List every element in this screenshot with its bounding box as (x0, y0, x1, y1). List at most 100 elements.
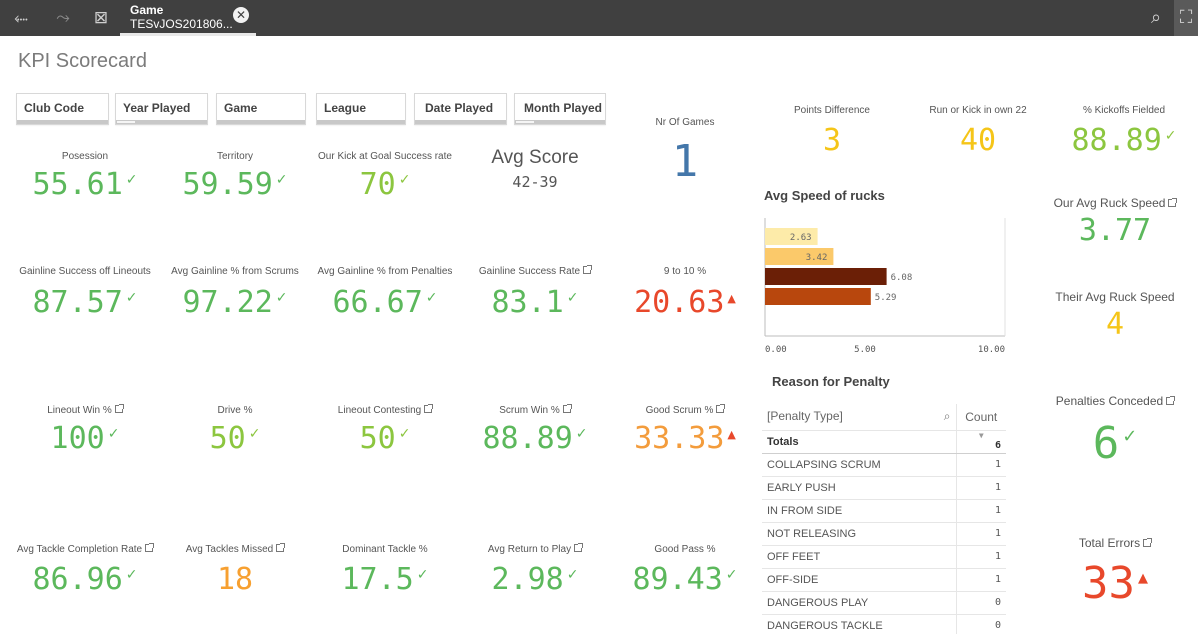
kpi-label-text: Avg Tackles Missed (185, 544, 274, 555)
check-icon: ✓ (566, 567, 579, 583)
check-icon: ✓ (1164, 128, 1177, 144)
filter-label: Month Played (524, 101, 603, 115)
count-cell: 0 (955, 591, 1006, 615)
chart-bar[interactable] (765, 288, 871, 305)
kpi-label: Good Scrum % (610, 404, 760, 418)
x-tick-label: 0.00 (765, 345, 787, 355)
kpi-good-scrum[interactable]: Good Scrum % 33.33 ▲ (610, 404, 760, 454)
kpi-value: 88.89 ✓ (460, 424, 610, 454)
kpi-gainline-penalties[interactable]: Avg Gainline % from Penalties 66.67 ✓ (310, 265, 460, 318)
kpi-value: 86.96 ✓ (10, 565, 160, 595)
kpi-our-ruck-speed[interactable]: Our Avg Ruck Speed 3.77 (1032, 194, 1198, 246)
kpi-dominant-tackle[interactable]: Dominant Tackle % 17.5 ✓ (310, 543, 460, 595)
kpi-number: 17.5 (341, 562, 414, 597)
kpi-label: Our Avg Ruck Speed (1032, 194, 1198, 212)
table-row[interactable]: COLLAPSING SCRUM 1 (762, 453, 1006, 477)
kpi-avg-score[interactable]: Avg Score 42-39 (460, 146, 610, 191)
back-icon[interactable]: ⬸ (8, 5, 34, 31)
kpi-value: 100 ✓ (10, 424, 160, 454)
penalty-type-cell[interactable]: OFF-SIDE (762, 568, 956, 592)
kpi-total-errors[interactable]: Total Errors 33 ▲ (1032, 534, 1198, 606)
kpi-scrum-win[interactable]: Scrum Win % 88.89 ✓ (460, 404, 610, 454)
smart-search-icon[interactable]: ⛶ (1174, 0, 1198, 36)
kpi-gainline-success-rate[interactable]: Gainline Success Rate 83.1 ✓ (460, 265, 610, 318)
sheet-tab[interactable]: Game TESvJOS201806... ✕ (120, 0, 256, 36)
x-tick-label: 10.00 (978, 345, 1005, 355)
table-row[interactable]: OFF FEET 1 (762, 545, 1006, 569)
totals-cell: ▼ 6 (955, 430, 1006, 454)
kpi-penalties-conceded[interactable]: Penalties Conceded 6 ✓ (1032, 392, 1198, 466)
kpi-good-pass[interactable]: Good Pass % 89.43 ✓ (610, 543, 760, 595)
close-icon[interactable]: ✕ (233, 7, 249, 23)
kpi-tackles-missed[interactable]: Avg Tackles Missed 18 (160, 543, 310, 595)
kpi-number: 55.61 (32, 167, 123, 202)
kpi-value: 88.89 ✓ (1050, 126, 1198, 156)
penalty-type-cell[interactable]: COLLAPSING SCRUM (762, 453, 956, 477)
kpi-posession[interactable]: Posession 55.61 ✓ (10, 150, 160, 200)
kpi-number: 59.59 (182, 167, 273, 202)
kpi-gainline-scrums[interactable]: Avg Gainline % from Scrums 97.22 ✓ (160, 265, 310, 318)
kpi-label: Nr Of Games (655, 117, 715, 128)
kpi-number: 100 (50, 421, 105, 456)
kpi-number: 97.22 (182, 285, 273, 320)
forward-icon[interactable]: ⤳ (50, 5, 76, 31)
clear-selections-icon[interactable]: ⊠ (88, 5, 114, 31)
table-row[interactable]: NOT RELEASING 1 (762, 522, 1006, 546)
penalty-type-cell[interactable]: NOT RELEASING (762, 522, 956, 546)
penalty-table[interactable]: [Penalty Type] ⌕ Count Totals ▼ 6 COLLAPSI… (762, 404, 1006, 634)
kpi-lineout-contesting[interactable]: Lineout Contesting 50 ✓ (310, 404, 460, 454)
kpi-value: 87.57 ✓ (10, 288, 160, 318)
kpi-label: Points Difference (794, 105, 870, 116)
chart-bar[interactable] (765, 268, 887, 285)
kpi-number: 83.1 (491, 285, 564, 320)
kpi-value: 1 (671, 136, 699, 187)
filter-league[interactable]: League (316, 93, 406, 125)
kpi-value: 3.77 (1078, 213, 1152, 248)
table-row[interactable]: DANGEROUS TACKLE 0 (762, 614, 1006, 634)
kpi-kick-at-goal[interactable]: Our Kick at Goal Success rate 70 ✓ (310, 150, 460, 200)
penalty-type-cell[interactable]: IN FROM SIDE (762, 499, 956, 523)
kpi-gainline-lineouts[interactable]: Gainline Success off Lineouts 87.57 ✓ (10, 265, 160, 318)
penalty-type-cell[interactable]: DANGEROUS TACKLE (762, 614, 956, 634)
kpi-tackle-completion[interactable]: Avg Tackle Completion Rate 86.96 ✓ (10, 543, 160, 595)
kpi-their-ruck-speed[interactable]: Their Avg Ruck Speed 4 (1032, 288, 1198, 340)
kpi-number: 33.33 (634, 421, 725, 456)
filter-date-played[interactable]: Date Played (414, 93, 507, 125)
filter-month-played[interactable]: Month Played (514, 93, 606, 125)
filter-year-played[interactable]: Year Played (115, 93, 208, 125)
kpi-nr-of-games[interactable]: Nr Of Games 1 (610, 116, 760, 184)
page-title: KPI Scorecard (18, 50, 147, 72)
kpi-9-to-10[interactable]: 9 to 10 % 20.63 ▲ (610, 265, 760, 318)
kpi-points-difference[interactable]: Points Difference 3 (762, 104, 902, 156)
penalty-type-cell[interactable]: DANGEROUS PLAY (762, 591, 956, 615)
kpi-number: 2.98 (491, 562, 564, 597)
penalty-type-cell[interactable]: EARLY PUSH (762, 476, 956, 500)
table-row[interactable]: EARLY PUSH 1 (762, 476, 1006, 500)
search-icon[interactable]: ⌕ (1138, 0, 1174, 36)
kpi-run-or-kick[interactable]: Run or Kick in own 22 40 (908, 104, 1048, 156)
kpi-value: 18 (216, 562, 254, 597)
table-row[interactable]: OFF-SIDE 1 (762, 568, 1006, 592)
column-header-penalty-type[interactable]: [Penalty Type] ⌕ (762, 404, 956, 431)
external-link-icon (424, 404, 434, 413)
sort-icon[interactable]: ▼ (962, 432, 1002, 440)
kpi-kickoffs-fielded[interactable]: % Kickoffs Fielded 88.89 ✓ (1050, 104, 1198, 156)
search-icon[interactable]: ⌕ (944, 409, 951, 424)
ruck-speed-chart[interactable]: 2.63 3.42 6.08 5.29 0.00 5.00 10.00 (756, 210, 1016, 360)
filter-game[interactable]: Game (216, 93, 306, 125)
totals-label: Totals (762, 430, 956, 454)
kpi-value: 89.43 ✓ (610, 565, 760, 595)
kpi-drive[interactable]: Drive % 50 ✓ (160, 404, 310, 454)
kpi-return-to-play[interactable]: Avg Return to Play 2.98 ✓ (460, 543, 610, 595)
kpi-lineout-win[interactable]: Lineout Win % 100 ✓ (10, 404, 160, 454)
sheet-tab-title: Game (130, 3, 164, 17)
kpi-territory[interactable]: Territory 59.59 ✓ (160, 150, 310, 200)
bar-value-label: 5.29 (875, 293, 897, 303)
check-icon: ✓ (575, 426, 588, 442)
table-row[interactable]: DANGEROUS PLAY 0 (762, 591, 1006, 615)
penalty-type-cell[interactable]: OFF FEET (762, 545, 956, 569)
filter-club-code[interactable]: Club Code (16, 93, 109, 125)
table-row[interactable]: IN FROM SIDE 1 (762, 499, 1006, 523)
column-header-count[interactable]: Count (955, 404, 1006, 431)
kpi-value: 55.61 ✓ (10, 170, 160, 200)
